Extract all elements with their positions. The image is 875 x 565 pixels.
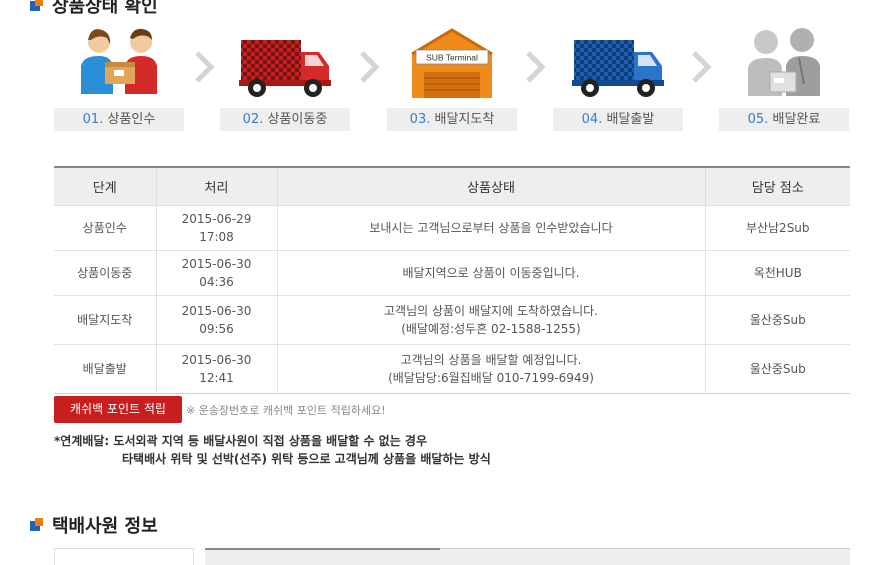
step-4: 04. 배달출발 <box>553 24 683 132</box>
terminal-icon: SUB Terminal <box>411 28 493 98</box>
step-1: 01. 상품인수 <box>54 24 184 132</box>
courier-info-header-right <box>440 548 850 565</box>
table-row: 상품이동중 2015-06-30 04:36 배달지역으로 상품이 이동중입니다… <box>54 249 850 295</box>
step-1-label: 01. 상품인수 <box>54 108 184 131</box>
truck-blue-icon <box>572 40 664 97</box>
step-2: 02. 상품이동중 <box>220 24 350 132</box>
section-bullet-icon <box>30 0 44 12</box>
step-4-label: 04. 배달출발 <box>553 108 683 131</box>
cell-branch: 부산남2Sub <box>704 204 850 250</box>
chevron-right-icon <box>526 51 546 83</box>
header-time: 처리 <box>155 167 277 205</box>
chevron-right-icon <box>692 51 712 83</box>
delivery-status-table: 단계 처리 상품상태 담당 점소 상품인수 2015-06-29 17:08 보… <box>54 166 850 394</box>
cell-status: 보내시는 고객님으로부터 상품을 인수받았습니다 <box>276 204 705 250</box>
header-status: 상품상태 <box>276 167 705 205</box>
cell-status: 배달지역으로 상품이 이동중입니다. <box>276 249 705 295</box>
handover-icon <box>81 28 157 94</box>
step-5: 05. 배달완료 <box>719 24 849 132</box>
cell-branch: 울산중Sub <box>704 294 850 344</box>
cashbag-area: 캐쉬백 포인트 적립 ※ 운송장번호로 캐쉬백 포인트 적립하세요! <box>54 396 386 423</box>
step-5-label: 05. 배달완료 <box>719 108 849 131</box>
cashbag-point-button[interactable]: 캐쉬백 포인트 적립 <box>54 396 182 423</box>
cell-time: 2015-06-30 09:56 <box>155 294 277 344</box>
table-header-row: 단계 처리 상품상태 담당 점소 <box>54 167 850 205</box>
step-3: SUB Terminal 03. 배달지도착 <box>387 24 517 132</box>
chevron-right-icon <box>195 51 215 83</box>
section-title-courier: 택배사원 정보 <box>30 512 158 538</box>
terminal-sign-text: SUB Terminal <box>426 53 478 63</box>
cell-time: 2015-06-30 12:41 <box>155 343 277 394</box>
cell-stage: 상품인수 <box>54 204 156 250</box>
header-branch: 담당 점소 <box>704 167 850 205</box>
truck-red-icon <box>239 40 331 97</box>
section-bullet-icon <box>30 518 44 532</box>
cell-time: 2015-06-29 17:08 <box>155 204 277 250</box>
cell-branch: 옥천HUB <box>704 249 850 295</box>
courier-photo-box <box>54 548 194 565</box>
cell-status: 고객님의 상품이 배달지에 도착하였습니다. (배달예정:성두흔 02-1588-… <box>276 294 705 344</box>
section-title-status: 상품상태 확인 <box>30 0 158 18</box>
courier-info-header <box>205 548 440 565</box>
step-2-label: 02. 상품이동중 <box>220 108 350 131</box>
table-row: 상품인수 2015-06-29 17:08 보내시는 고객님으로부터 상품을 인… <box>54 204 850 250</box>
cashbag-note: ※ 운송장번호로 캐쉬백 포인트 적립하세요! <box>185 403 386 417</box>
cell-stage: 상품이동중 <box>54 249 156 295</box>
chevron-right-icon <box>360 51 380 83</box>
cell-time: 2015-06-30 04:36 <box>155 249 277 295</box>
step-3-label: 03. 배달지도착 <box>387 108 517 131</box>
cell-stage: 배달출발 <box>54 343 156 394</box>
linked-delivery-line-2: 타택배사 위탁 및 선박(선주) 위탁 등으로 고객님께 상품을 배달하는 방식 <box>122 452 491 466</box>
table-row: 배달지도착 2015-06-30 09:56 고객님의 상품이 배달지에 도착하… <box>54 294 850 344</box>
delivered-icon <box>748 28 820 96</box>
cell-status: 고객님의 상품을 배달할 예정입니다. (배달담당:6월집배달 010-7199-… <box>276 343 705 394</box>
linked-delivery-note: *연계배달: 도서외곽 지역 등 배달사원이 직접 상품을 배달할 수 없는 경… <box>54 432 491 468</box>
delivery-progress-steps: 01. 상품인수 02. 상품이동중 SUB Terminal 03. 배달지도… <box>54 24 850 134</box>
table-row: 배달출발 2015-06-30 12:41 고객님의 상품을 배달할 예정입니다… <box>54 343 850 394</box>
header-stage: 단계 <box>54 167 156 205</box>
linked-delivery-line-1: *연계배달: 도서외곽 지역 등 배달사원이 직접 상품을 배달할 수 없는 경… <box>54 434 428 448</box>
cell-branch: 울산중Sub <box>704 343 850 394</box>
cell-stage: 배달지도착 <box>54 294 156 344</box>
